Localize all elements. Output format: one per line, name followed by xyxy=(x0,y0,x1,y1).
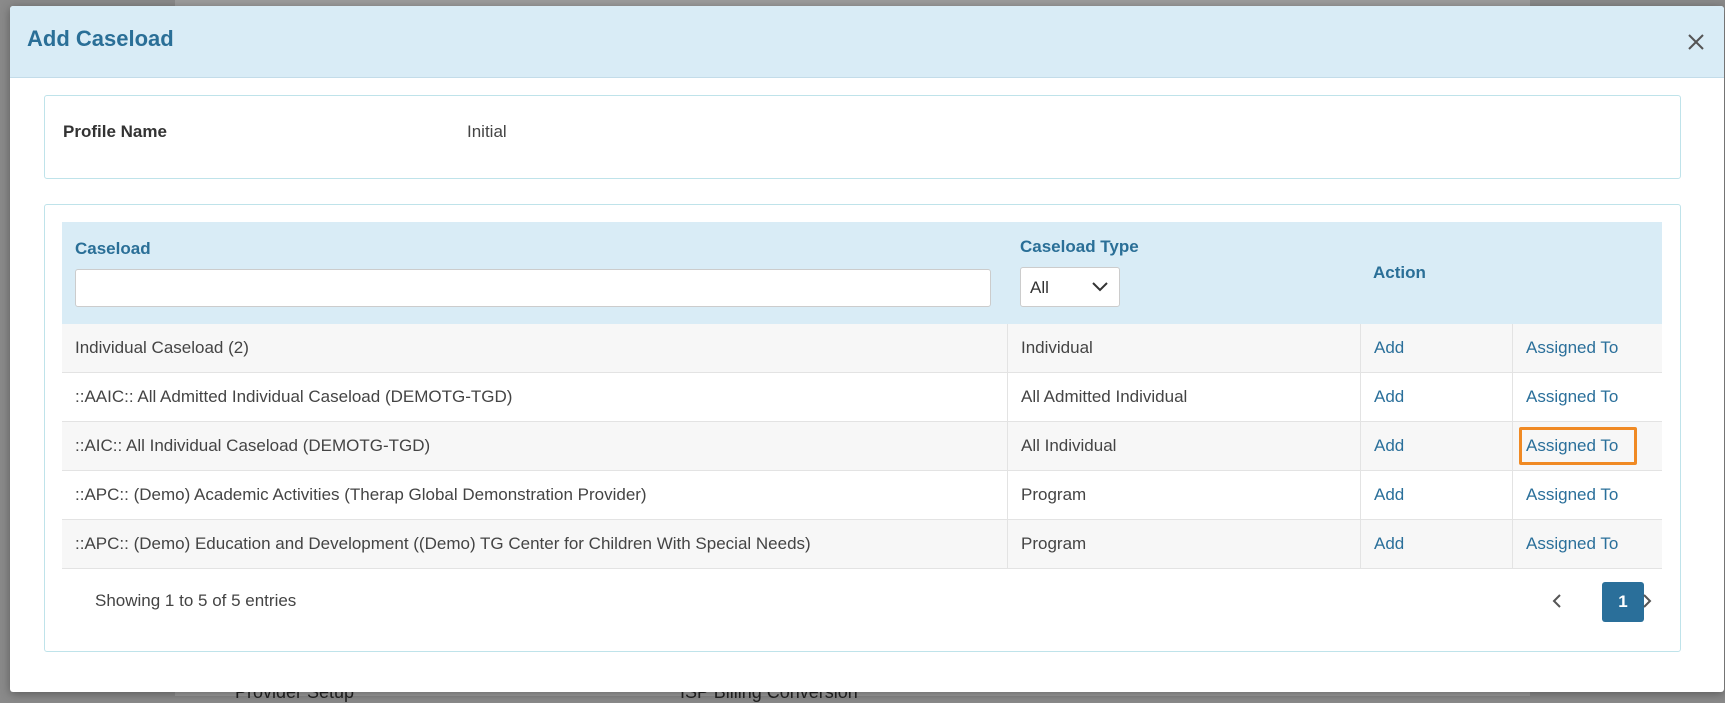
assigned-cell: Assigned To xyxy=(1512,324,1662,372)
action-cell: Add xyxy=(1360,471,1512,519)
action-cell: Add xyxy=(1360,520,1512,568)
assigned-to-link[interactable]: Assigned To xyxy=(1526,485,1618,504)
table-row: ::APC:: (Demo) Education and Development… xyxy=(62,520,1662,569)
caseload-type-select[interactable]: All xyxy=(1020,267,1120,307)
assigned-to-link[interactable]: Assigned To xyxy=(1526,338,1618,357)
assigned-cell: Assigned To xyxy=(1512,422,1662,470)
column-caseload-type: Caseload Type All xyxy=(1007,222,1360,324)
assigned-to-link[interactable]: Assigned To xyxy=(1526,387,1618,406)
close-button[interactable] xyxy=(1682,28,1710,56)
chevron-right-icon xyxy=(1643,594,1652,608)
focus-highlight xyxy=(1519,427,1637,465)
caseload-search-input[interactable] xyxy=(75,269,991,307)
column-caseload-label: Caseload xyxy=(75,239,151,258)
table-header: Caseload Caseload Type All Action xyxy=(62,222,1662,324)
modal-title: Add Caseload xyxy=(27,26,174,51)
add-link[interactable]: Add xyxy=(1374,436,1404,455)
table-row: ::AAIC:: All Admitted Individual Caseloa… xyxy=(62,373,1662,422)
caseload-type-cell: All Admitted Individual xyxy=(1007,373,1360,421)
action-cell: Add xyxy=(1360,422,1512,470)
add-caseload-modal: Add Caseload Profile Name Initial Caselo… xyxy=(10,6,1724,692)
column-caseload: Caseload xyxy=(62,222,1007,324)
assigned-cell: Assigned To xyxy=(1512,373,1662,421)
chevron-left-icon xyxy=(1552,594,1561,608)
caseload-type-cell: All Individual xyxy=(1007,422,1360,470)
column-action: Action xyxy=(1360,222,1512,324)
assigned-cell: Assigned To xyxy=(1512,520,1662,568)
entries-info: Showing 1 to 5 of 5 entries xyxy=(95,591,297,610)
column-caseload-type-label: Caseload Type xyxy=(1020,237,1139,256)
next-page-button[interactable] xyxy=(1637,591,1657,611)
caseload-type-cell: Individual xyxy=(1007,324,1360,372)
caseload-cell: ::APC:: (Demo) Education and Development… xyxy=(75,534,811,553)
profile-panel: Profile Name Initial xyxy=(44,95,1681,179)
caseload-cell: ::AIC:: All Individual Caseload (DEMOTG-… xyxy=(75,436,431,455)
table-row: ::APC:: (Demo) Academic Activities (Ther… xyxy=(62,471,1662,520)
action-cell: Add xyxy=(1360,324,1512,372)
chevron-down-icon xyxy=(1092,282,1108,292)
profile-name-value: Initial xyxy=(467,122,507,141)
column-assigned xyxy=(1512,222,1662,324)
add-link[interactable]: Add xyxy=(1374,387,1404,406)
caseload-table: Caseload Caseload Type All Action Indivi… xyxy=(62,222,1662,633)
column-action-label: Action xyxy=(1373,263,1426,282)
action-cell: Add xyxy=(1360,373,1512,421)
previous-page-button[interactable] xyxy=(1547,591,1567,611)
caseload-type-cell: Program xyxy=(1007,520,1360,568)
table-row: Individual Caseload (2) Individual Add A… xyxy=(62,324,1662,373)
add-link[interactable]: Add xyxy=(1374,485,1404,504)
caseload-type-cell: Program xyxy=(1007,471,1360,519)
caseload-cell: ::AAIC:: All Admitted Individual Caseloa… xyxy=(75,387,513,406)
close-icon xyxy=(1688,34,1704,50)
caseload-cell: Individual Caseload (2) xyxy=(75,338,249,357)
modal-header: Add Caseload xyxy=(10,6,1724,78)
assigned-cell: Assigned To xyxy=(1512,471,1662,519)
add-link[interactable]: Add xyxy=(1374,338,1404,357)
table-footer: Showing 1 to 5 of 5 entries 1 xyxy=(62,569,1662,633)
caseload-type-selected: All xyxy=(1030,278,1049,297)
add-link[interactable]: Add xyxy=(1374,534,1404,553)
caseload-cell: ::APC:: (Demo) Academic Activities (Ther… xyxy=(75,485,647,504)
profile-name-label: Profile Name xyxy=(63,122,167,141)
table-row: ::AIC:: All Individual Caseload (DEMOTG-… xyxy=(62,422,1662,471)
caseload-table-panel: Caseload Caseload Type All Action Indivi… xyxy=(44,204,1681,652)
assigned-to-link[interactable]: Assigned To xyxy=(1526,534,1618,553)
